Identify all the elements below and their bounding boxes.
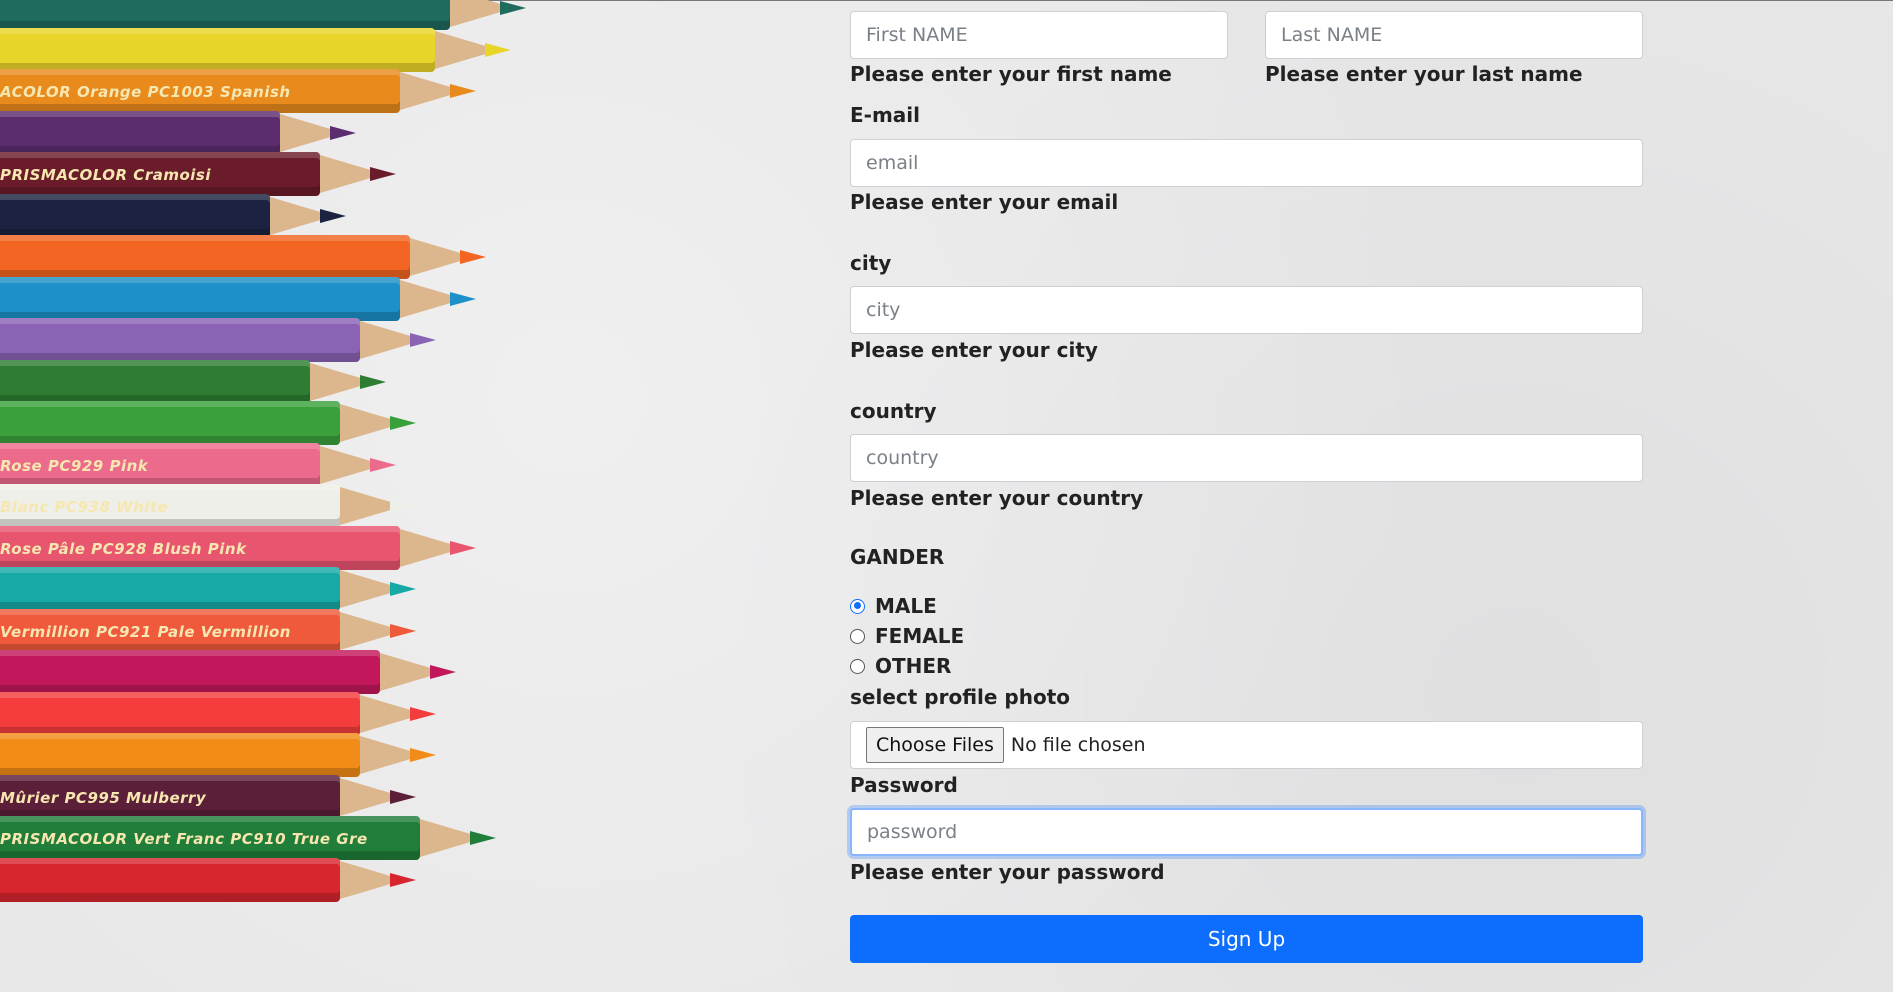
pencil-tip	[450, 84, 476, 98]
pencil	[0, 567, 450, 611]
pencil-tip	[390, 624, 416, 638]
pencil	[0, 235, 520, 279]
pencil-tip	[370, 458, 396, 472]
pencil-label: PRISMACOLOR Vert Franc PC910 True Gre	[0, 830, 368, 848]
sign-up-button[interactable]: Sign Up	[850, 915, 1643, 963]
pencil-tip	[485, 43, 511, 57]
password-input[interactable]	[850, 808, 1643, 856]
pencil-body	[0, 318, 360, 362]
pencil-label: Blanc PC938 White	[0, 498, 169, 516]
pencil-body	[0, 194, 270, 238]
pencil-tip	[450, 541, 476, 555]
pencil	[0, 692, 470, 736]
pencil-tip	[390, 416, 416, 430]
pencil-body	[0, 650, 380, 694]
pencil: PRISMACOLOR Vert Franc PC910 True Gre	[0, 816, 530, 860]
pencil-body	[0, 111, 280, 155]
pencils-background-image: ACOLOR Orange PC1003 Spanish PRISMACOLOR …	[0, 0, 560, 992]
pencil: ACOLOR Orange PC1003 Spanish	[0, 69, 510, 113]
radio-female-row[interactable]: FEMALE	[850, 624, 964, 648]
photo-label: select profile photo	[850, 685, 1070, 709]
pencil-body	[0, 401, 340, 445]
pencil-tip	[410, 748, 436, 762]
pencil	[0, 401, 450, 445]
first-name-input[interactable]	[850, 11, 1228, 59]
radio-other-row[interactable]: OTHER	[850, 654, 951, 678]
pencil	[0, 360, 420, 404]
file-input[interactable]: Choose Files No file chosen	[850, 721, 1643, 769]
pencil-tip	[450, 292, 476, 306]
radio-female[interactable]	[850, 628, 865, 644]
pencil	[0, 28, 545, 72]
pencil-tip	[320, 209, 346, 223]
pencil-label: Mûrier PC995 Mulberry	[0, 789, 207, 807]
pencil-tip	[460, 250, 486, 264]
pencil: Mûrier PC995 Mulberry	[0, 775, 450, 819]
pencil	[0, 318, 470, 362]
pencil-tip	[390, 499, 416, 513]
country-label: country	[850, 399, 937, 423]
city-label: city	[850, 251, 892, 275]
radio-male-row[interactable]: MALE	[850, 594, 937, 618]
pencil	[0, 650, 490, 694]
pencil-body	[0, 277, 400, 321]
pencil-label: PRISMACOLOR Cramoisi	[0, 166, 211, 184]
city-hint: Please enter your city	[850, 338, 1098, 362]
pencil-tip	[390, 873, 416, 887]
radio-female-label: FEMALE	[875, 624, 965, 648]
radio-male-label: MALE	[875, 594, 937, 618]
pencil: Blanc PC938 White	[0, 484, 450, 528]
email-input[interactable]	[850, 139, 1643, 187]
pencil	[0, 733, 470, 777]
pencil: Rose PC929 Pink	[0, 443, 430, 487]
pencil	[0, 194, 380, 238]
pencil	[0, 0, 560, 30]
country-hint: Please enter your country	[850, 486, 1144, 510]
pencil-body	[0, 28, 435, 72]
last-name-hint: Please enter your last name	[1265, 62, 1583, 86]
pencil: Vermillion PC921 Pale Vermillion	[0, 609, 450, 653]
pencil-tip	[360, 375, 386, 389]
pencil-tip	[370, 167, 396, 181]
gender-label: GANDER	[850, 545, 945, 569]
pencil-body	[0, 692, 360, 736]
country-input[interactable]	[850, 434, 1643, 482]
email-label: E-mail	[850, 103, 921, 127]
radio-male[interactable]	[850, 598, 865, 614]
pencil-body	[0, 360, 310, 404]
last-name-input[interactable]	[1265, 11, 1643, 59]
pencil-tip	[470, 831, 496, 845]
pencil-body	[0, 0, 450, 30]
pencil-tip	[430, 665, 456, 679]
pencil-body	[0, 567, 340, 611]
pencil-body	[0, 858, 340, 902]
radio-other-label: OTHER	[875, 654, 952, 678]
pencil: Rose Pâle PC928 Blush Pink	[0, 526, 510, 570]
pencil-body	[0, 733, 360, 777]
pencil-tip	[390, 582, 416, 596]
pencil-tip	[410, 707, 436, 721]
pencil-tip	[390, 790, 416, 804]
email-hint: Please enter your email	[850, 190, 1119, 214]
pencil	[0, 111, 390, 155]
file-status: No file chosen	[1010, 734, 1146, 756]
pencil: PRISMACOLOR Cramoisi	[0, 152, 430, 196]
pencil-label: Rose PC929 Pink	[0, 457, 149, 475]
pencil-tip	[410, 333, 436, 347]
city-input[interactable]	[850, 286, 1643, 334]
pencil	[0, 858, 450, 902]
first-name-hint: Please enter your first name	[850, 62, 1172, 86]
pencil-body	[0, 235, 410, 279]
radio-other[interactable]	[850, 658, 865, 674]
pencil-label: Rose Pâle PC928 Blush Pink	[0, 540, 247, 558]
pencil	[0, 277, 510, 321]
pencil-tip	[330, 126, 356, 140]
pencil-label: ACOLOR Orange PC1003 Spanish	[0, 83, 291, 101]
choose-files-button[interactable]: Choose Files	[866, 727, 1004, 763]
password-label: Password	[850, 773, 958, 797]
pencil-label: Vermillion PC921 Pale Vermillion	[0, 623, 291, 641]
pencil-tip	[500, 1, 526, 15]
password-hint: Please enter your password	[850, 860, 1165, 884]
